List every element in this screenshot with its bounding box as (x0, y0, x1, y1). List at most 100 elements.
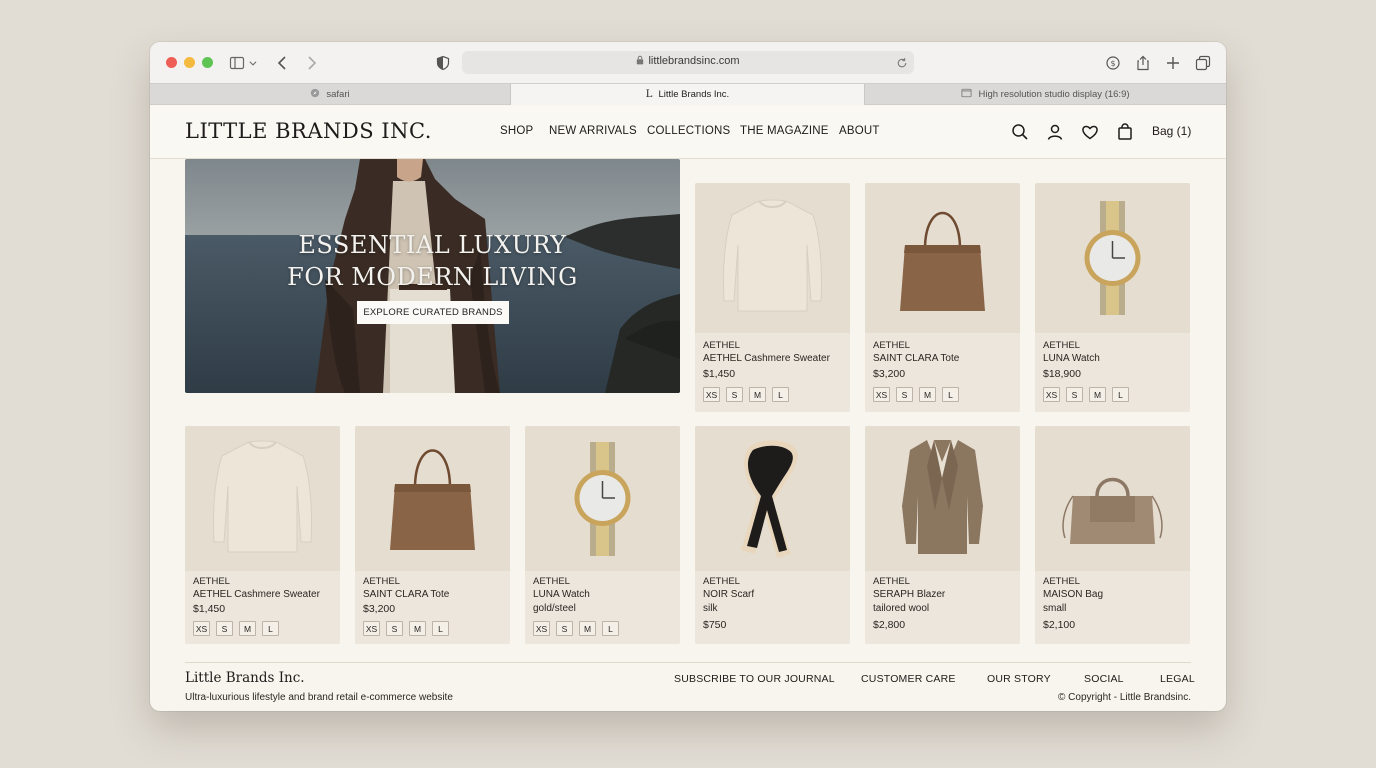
footer-link-customer-care[interactable]: CUSTOMER CARE (861, 673, 956, 685)
product-card[interactable]: AETHEL MAISON Bag small $2,100 (1035, 426, 1190, 644)
close-window-button[interactable] (166, 57, 177, 68)
size-option-s[interactable]: S (386, 621, 403, 636)
featured-product-card[interactable]: AETHEL LUNA Watch $18,900 XS S M L (1035, 183, 1190, 412)
product-brand: AETHEL (703, 340, 740, 351)
product-image-scarf[interactable] (695, 426, 850, 571)
product-card[interactable]: AETHEL SERAPH Blazer tailored wool $2,80… (865, 426, 1020, 644)
product-name[interactable]: MAISON Bag (1043, 589, 1103, 600)
nav-collections[interactable]: COLLECTIONS (647, 125, 730, 137)
product-price: $2,100 (1043, 619, 1076, 631)
product-card[interactable]: AETHEL SAINT CLARA Tote $3,200 XS S M L (355, 426, 510, 644)
extension-icon[interactable]: $ (1102, 52, 1124, 74)
footer-link-subscribe[interactable]: SUBSCRIBE TO OUR JOURNAL (674, 673, 835, 685)
share-icon[interactable] (1132, 52, 1154, 74)
featured-product-card[interactable]: AETHEL SAINT CLARA Tote $3,200 XS S M L (865, 183, 1020, 412)
size-option-l[interactable]: L (432, 621, 449, 636)
tab-little-brands[interactable]: L Little Brands Inc. (511, 84, 865, 105)
size-option-l[interactable]: L (772, 387, 789, 402)
size-option-l[interactable]: L (942, 387, 959, 402)
nav-about[interactable]: ABOUT (839, 125, 880, 137)
product-detail: gold/steel (533, 603, 576, 614)
svg-text:$: $ (1110, 59, 1115, 68)
site-logo[interactable]: LITTLE BRANDS INC. (185, 119, 432, 143)
bag-count-link[interactable]: Bag (1) (1152, 124, 1191, 138)
size-option-l[interactable]: L (262, 621, 279, 636)
nav-the-magazine[interactable]: THE MAGAZINE (740, 125, 829, 137)
hero-title-line-2: FOR MODERN LIVING (287, 263, 578, 291)
footer-link-our-story[interactable]: OUR STORY (987, 673, 1051, 685)
size-option-l[interactable]: L (1112, 387, 1129, 402)
tab-safari[interactable]: safari (150, 84, 511, 105)
size-option-m[interactable]: M (239, 621, 256, 636)
explore-curated-brands-button[interactable]: EXPLORE CURATED BRANDS (357, 301, 509, 324)
tab-studio-display[interactable]: High resolution studio display (16:9) (865, 84, 1226, 105)
size-option-xs[interactable]: XS (193, 621, 210, 636)
minimize-window-button[interactable] (184, 57, 195, 68)
product-image-sweater[interactable] (185, 426, 340, 571)
shopping-bag-icon[interactable] (1115, 122, 1135, 142)
footer-link-social[interactable]: SOCIAL (1084, 673, 1124, 685)
product-price: $3,200 (873, 368, 906, 380)
search-icon[interactable] (1010, 122, 1030, 142)
nav-shop[interactable]: SHOP (500, 125, 533, 137)
product-name[interactable]: AETHEL Cashmere Sweater (703, 353, 830, 364)
sidebar-toggle-icon[interactable] (226, 52, 248, 74)
privacy-shield-icon[interactable] (432, 52, 454, 74)
product-card[interactable]: AETHEL LUNA Watch gold/steel XS S M L (525, 426, 680, 644)
featured-product-card[interactable]: AETHEL AETHEL Cashmere Sweater $1,450 XS… (695, 183, 850, 412)
product-name[interactable]: NOIR Scarf (703, 589, 754, 600)
new-tab-icon[interactable] (1162, 52, 1184, 74)
tab-overview-icon[interactable] (1192, 52, 1214, 74)
product-card[interactable]: AETHEL AETHEL Cashmere Sweater $1,450 XS… (185, 426, 340, 644)
product-image-sweater[interactable] (695, 183, 850, 333)
footer-logo[interactable]: Little Brands Inc. (185, 670, 305, 686)
back-icon[interactable] (272, 52, 294, 74)
size-selector: XS S M L (873, 387, 959, 402)
zoom-window-button[interactable] (202, 57, 213, 68)
size-option-s[interactable]: S (726, 387, 743, 402)
product-card[interactable]: AETHEL NOIR Scarf silk $750 (695, 426, 850, 644)
forward-icon[interactable] (300, 52, 322, 74)
size-option-xs[interactable]: XS (363, 621, 380, 636)
size-option-s[interactable]: S (896, 387, 913, 402)
footer-link-legal[interactable]: LEGAL (1160, 673, 1195, 685)
product-image-blazer[interactable] (865, 426, 1020, 571)
product-name[interactable]: SAINT CLARA Tote (873, 353, 959, 364)
product-brand: AETHEL (193, 576, 230, 587)
nav-new-arrivals[interactable]: NEW ARRIVALS (549, 125, 637, 137)
size-selector: XS S M L (363, 621, 449, 636)
wishlist-heart-icon[interactable] (1080, 122, 1100, 142)
size-option-s[interactable]: S (216, 621, 233, 636)
size-option-m[interactable]: M (409, 621, 426, 636)
size-option-s[interactable]: S (556, 621, 573, 636)
reload-icon[interactable] (896, 56, 908, 74)
size-option-xs[interactable]: XS (533, 621, 550, 636)
address-bar[interactable]: littlebrandsinc.com (462, 51, 914, 74)
product-name[interactable]: SERAPH Blazer (873, 589, 945, 600)
size-option-xs[interactable]: XS (873, 387, 890, 402)
url-value: littlebrandsinc.com (648, 55, 740, 67)
account-icon[interactable] (1045, 122, 1065, 142)
product-image-tote[interactable] (355, 426, 510, 571)
size-option-xs[interactable]: XS (1043, 387, 1060, 402)
product-name[interactable]: LUNA Watch (533, 589, 590, 600)
product-name[interactable]: LUNA Watch (1043, 353, 1100, 364)
size-option-s[interactable]: S (1066, 387, 1083, 402)
product-image-handbag[interactable] (1035, 426, 1190, 571)
size-option-m[interactable]: M (749, 387, 766, 402)
product-image-watch[interactable] (1035, 183, 1190, 333)
size-option-m[interactable]: M (1089, 387, 1106, 402)
browser-window: littlebrandsinc.com $ safari L Little Br… (150, 42, 1226, 711)
size-option-m[interactable]: M (579, 621, 596, 636)
product-price: $1,450 (703, 368, 736, 380)
product-name[interactable]: AETHEL Cashmere Sweater (193, 589, 320, 600)
product-image-tote[interactable] (865, 183, 1020, 333)
size-option-l[interactable]: L (602, 621, 619, 636)
browser-toolbar: littlebrandsinc.com $ (150, 42, 1226, 83)
size-option-m[interactable]: M (919, 387, 936, 402)
product-name[interactable]: SAINT CLARA Tote (363, 589, 449, 600)
size-option-xs[interactable]: XS (703, 387, 720, 402)
chevron-down-icon[interactable] (246, 52, 260, 74)
tab-bar: safari L Little Brands Inc. High resolut… (150, 83, 1226, 105)
product-image-watch[interactable] (525, 426, 680, 571)
